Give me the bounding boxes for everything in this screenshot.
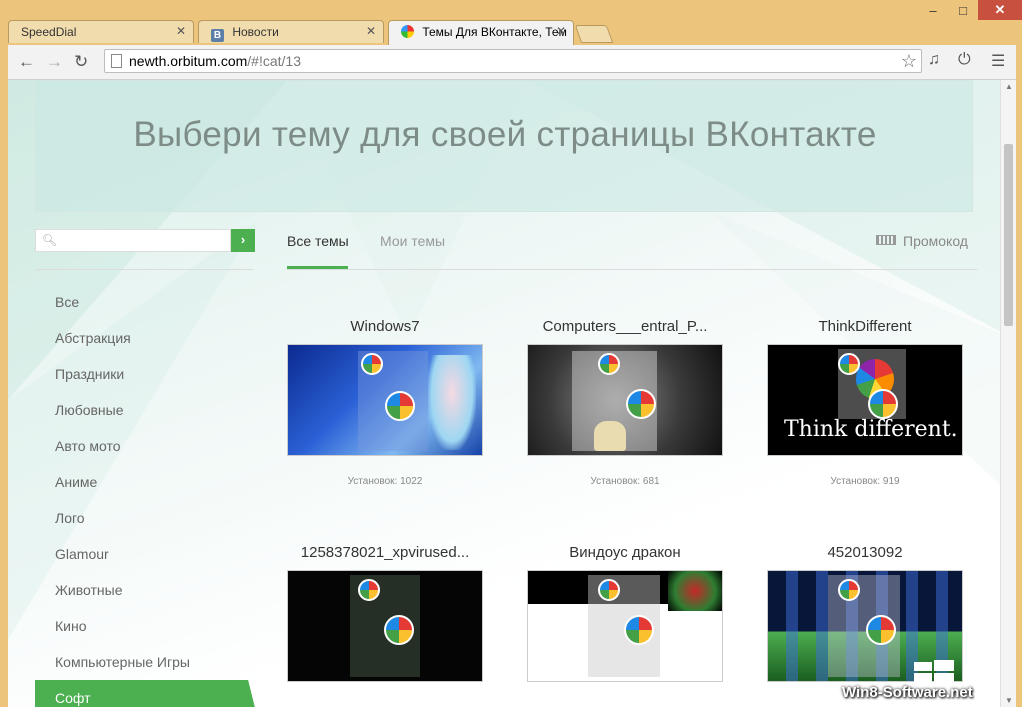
category-item[interactable]: Лого (35, 500, 257, 536)
watermark-text: Win8-Software.net (842, 684, 973, 701)
bookmark-star-icon[interactable]: ☆ (901, 51, 917, 72)
theme-thumbnail[interactable] (527, 570, 723, 682)
search-box: 🔍︎ › (35, 229, 255, 252)
banner-title: Выбери тему для своей страницы ВКонтакте (133, 115, 877, 154)
category-item[interactable]: Кино (35, 608, 257, 644)
tab-my-themes[interactable]: Мои темы (380, 233, 445, 249)
extension-icon[interactable]: ⏻ (958, 51, 971, 69)
close-tab-icon[interactable]: ✕ (366, 24, 376, 38)
theme-card[interactable]: 1258378021_xpvirused... (287, 544, 483, 682)
sidebar-divider (35, 269, 253, 270)
reload-icon[interactable]: ↻ (74, 52, 88, 72)
tab-title: SpeedDial (21, 25, 77, 39)
category-item[interactable]: Любовные (35, 392, 257, 428)
category-item[interactable]: Праздники (35, 356, 257, 392)
category-list: Все Абстракция Праздники Любовные Авто м… (35, 284, 257, 707)
close-window-button[interactable]: ✕ (978, 0, 1022, 20)
tab-strip: SpeedDial ✕ B Новости ✕ Темы Для ВКонтак… (8, 20, 614, 45)
theme-thumbnail[interactable] (287, 570, 483, 682)
url-path: /#!cat/13 (247, 53, 301, 69)
page-icon (111, 54, 122, 68)
category-item-active[interactable]: Софт (35, 680, 257, 707)
orbitum-ball-icon (868, 389, 898, 419)
install-count: Установок: 919 (830, 476, 900, 487)
url-text: newth.orbitum.com/#!cat/13 (129, 53, 301, 69)
theme-card[interactable]: Windows7 Установок: 1022 (287, 318, 483, 487)
banner: Выбери тему для своей страницы ВКонтакте (35, 80, 973, 212)
theme-thumbnail[interactable]: Think different. (767, 344, 963, 456)
orbitum-ball-icon (838, 579, 860, 601)
maximize-button[interactable]: □ (948, 0, 978, 20)
theme-name: Виндоус дракон (569, 544, 681, 561)
orbitum-ball-icon (384, 615, 414, 645)
theme-card[interactable]: Виндоус дракон (527, 544, 723, 682)
theme-card[interactable]: ThinkDifferent Think different. Установо… (767, 318, 963, 487)
vertical-scrollbar[interactable]: ▲ ▼ (1000, 80, 1016, 707)
theme-thumbnail[interactable] (287, 344, 483, 456)
theme-card[interactable]: Computers___entral_P... Установок: 681 (527, 318, 723, 487)
orbitum-ball-icon (866, 615, 896, 645)
orbitum-ball-icon (598, 579, 620, 601)
scrollbar-thumb[interactable] (1004, 144, 1013, 326)
install-count: Установок: 1022 (347, 476, 423, 487)
tab-title: Темы Для ВКонтакте, Тем (422, 25, 567, 39)
page-viewport: Выбери тему для своей страницы ВКонтакте… (8, 80, 1016, 707)
orbitum-ball-icon (385, 391, 415, 421)
orbitum-ball-icon (624, 615, 654, 645)
tab-speeddial[interactable]: SpeedDial ✕ (8, 20, 194, 43)
vk-icon: B (211, 29, 224, 42)
promo-code-button[interactable]: Промокод (876, 233, 968, 249)
orbitum-ball-icon (358, 579, 380, 601)
category-item[interactable]: Все (35, 284, 257, 320)
orbitum-ball-icon (838, 353, 860, 375)
new-tab-button[interactable] (574, 25, 614, 43)
category-item[interactable]: Животные (35, 572, 257, 608)
category-item[interactable]: Авто мото (35, 428, 257, 464)
promo-label: Промокод (903, 233, 968, 249)
tab-vk-themes[interactable]: Темы Для ВКонтакте, Тем ✕ (388, 20, 574, 45)
thumbnail-caption: Think different. (784, 417, 958, 442)
category-item[interactable]: Glamour (35, 536, 257, 572)
theme-name: ThinkDifferent (818, 318, 912, 335)
minimize-button[interactable]: – (918, 0, 948, 20)
theme-name: Windows7 (350, 318, 420, 335)
theme-name: 1258378021_xpvirused... (300, 544, 470, 561)
close-tab-icon[interactable]: ✕ (556, 24, 566, 38)
browser-toolbar: ← → ↻ newth.orbitum.com/#!cat/13 ☆ ♫ ⏻ ☰ (8, 45, 1016, 80)
theme-name: 452013092 (827, 544, 903, 561)
url-host: newth.orbitum.com (129, 53, 248, 69)
forward-arrow-icon[interactable]: → (46, 52, 63, 72)
back-arrow-icon[interactable]: ← (18, 52, 35, 72)
keyboard-icon (876, 235, 896, 245)
search-submit-button[interactable]: › (231, 229, 255, 252)
scroll-up-icon[interactable]: ▲ (1005, 82, 1013, 91)
tab-novosti[interactable]: B Новости ✕ (198, 20, 384, 43)
install-count: Установок: 681 (590, 476, 660, 487)
close-tab-icon[interactable]: ✕ (176, 24, 186, 38)
tab-all-themes[interactable]: Все темы (287, 233, 349, 249)
windows-logo-icon (914, 660, 954, 684)
playlist-icon[interactable]: ♫ (928, 51, 940, 69)
search-field: 🔍︎ (35, 229, 231, 252)
theme-name: Computers___entral_P... (542, 318, 708, 335)
category-item[interactable]: Аниме (35, 464, 257, 500)
category-item[interactable]: Абстракция (35, 320, 257, 356)
orbitum-ball-icon (598, 353, 620, 375)
category-item[interactable]: Компьютерные Игры (35, 644, 257, 680)
window-controls: – □ ✕ (918, 0, 1022, 22)
orbitum-ball-icon (361, 353, 383, 375)
tab-title: Новости (232, 25, 279, 39)
menu-icon[interactable]: ☰ (991, 51, 1005, 71)
address-bar[interactable]: newth.orbitum.com/#!cat/13 ☆ (104, 49, 922, 73)
orbitum-ball-icon (626, 389, 656, 419)
search-input[interactable] (58, 232, 230, 251)
theme-card[interactable]: 452013092 (767, 544, 963, 682)
search-icon: 🔍︎ (42, 233, 58, 247)
theme-thumbnail[interactable] (527, 344, 723, 456)
content-divider (287, 269, 977, 270)
window-frame: – □ ✕ SpeedDial ✕ B Новости ✕ Темы Для В… (0, 0, 1022, 707)
orbitum-ball-icon (401, 25, 414, 38)
